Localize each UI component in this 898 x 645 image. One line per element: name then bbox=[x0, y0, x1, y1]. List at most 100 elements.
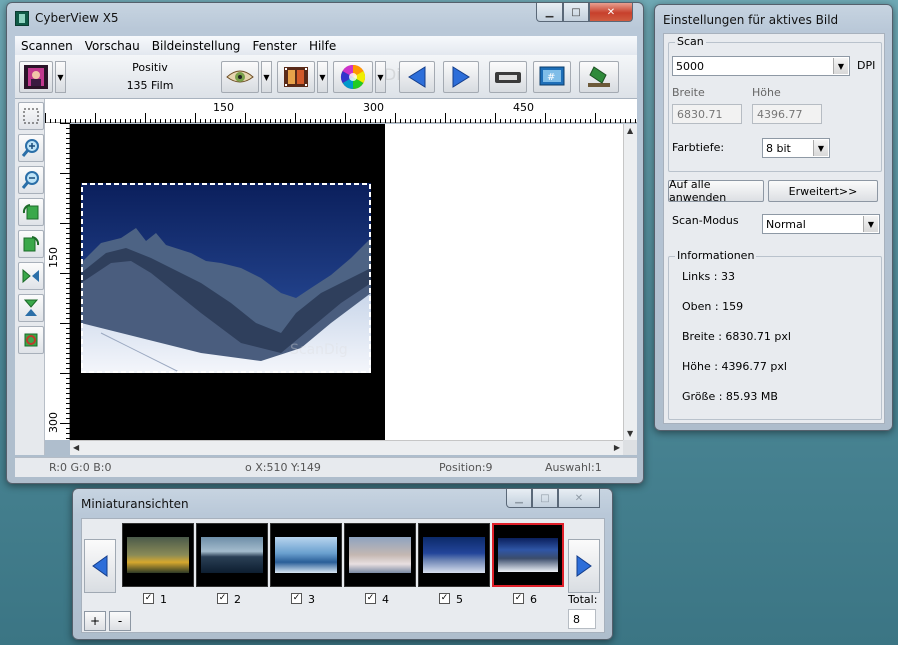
minimize-button[interactable]: ▁ bbox=[506, 489, 532, 508]
zoom-out-icon bbox=[21, 171, 39, 189]
thumbnail-1[interactable] bbox=[122, 523, 194, 587]
thumbnail-5[interactable] bbox=[418, 523, 490, 587]
menu-bildeinstellung[interactable]: Bildeinstellung bbox=[146, 39, 247, 53]
status-bar: R:0 G:0 B:0 o X:510 Y:149 Position:9 Aus… bbox=[15, 457, 637, 477]
advanced-button[interactable]: Erweitert>> bbox=[768, 180, 878, 202]
status-coordinates: o X:510 Y:149 bbox=[245, 461, 321, 474]
thumbnails-body: ✓ 1 ✓ 2 ✓ 3 ✓ 4 ✓ 5 ✓ 6 + - Total: 8 bbox=[81, 518, 605, 633]
scan-eject-button[interactable] bbox=[579, 61, 619, 93]
arrow-left-icon bbox=[92, 555, 108, 577]
dpi-unit: DPI bbox=[857, 59, 876, 72]
menu-vorschau[interactable]: Vorschau bbox=[79, 39, 146, 53]
thumbnail-4[interactable] bbox=[344, 523, 416, 587]
flip-vertical-button[interactable] bbox=[18, 294, 44, 322]
status-rgb: R:0 G:0 B:0 bbox=[49, 461, 112, 474]
chevron-down-icon[interactable]: ▼ bbox=[813, 140, 828, 156]
close-button[interactable]: ✕ bbox=[589, 3, 633, 22]
thumbnail-1-label: 1 bbox=[160, 593, 167, 606]
scan-mode-select[interactable]: Normal ▼ bbox=[762, 214, 880, 234]
reset-rotation-button[interactable] bbox=[18, 326, 44, 354]
thumbnail-2-label: 2 bbox=[234, 593, 241, 606]
thumbnail-3[interactable] bbox=[270, 523, 342, 587]
close-button[interactable]: ✕ bbox=[558, 489, 600, 508]
window-controls: ▁ □ ✕ bbox=[536, 3, 633, 22]
depth-label: Farbtiefe: bbox=[672, 141, 725, 154]
scroll-down-icon[interactable]: ▼ bbox=[627, 429, 633, 438]
scroll-left-icon[interactable]: ◀ bbox=[73, 443, 79, 452]
zoom-in-button[interactable] bbox=[18, 134, 44, 162]
settings-window: Einstellungen für aktives Bild Scan 5000… bbox=[654, 4, 893, 431]
thumbnail-1-checkbox[interactable]: ✓ bbox=[143, 593, 154, 604]
maximize-button[interactable]: □ bbox=[532, 489, 558, 508]
rotate-right-icon bbox=[23, 236, 40, 252]
minimize-button[interactable]: ▁ bbox=[536, 3, 563, 22]
scan-preview-button[interactable]: # bbox=[533, 61, 571, 93]
thumbnails-window: Miniaturansichten ▁ □ ✕ ✓ 1 ✓ 2 ✓ 3 ✓ 4 … bbox=[72, 488, 613, 640]
mode-film-format: 135 Film bbox=[126, 79, 174, 92]
zoom-out-button[interactable] bbox=[18, 166, 44, 194]
color-dropdown[interactable]: ▼ bbox=[375, 61, 386, 93]
filmstrip-dropdown[interactable]: ▼ bbox=[317, 61, 328, 93]
next-image-button[interactable] bbox=[443, 61, 479, 93]
window-title: CyberView X5 bbox=[35, 11, 119, 25]
ruler-ticks-vertical bbox=[60, 123, 70, 439]
thumbnail-6-selected[interactable] bbox=[492, 523, 564, 587]
info-top: Oben : 159 bbox=[682, 300, 744, 313]
select-tool-button[interactable] bbox=[18, 102, 44, 130]
vruler-label-300: 300 bbox=[47, 412, 60, 433]
thumbnail-6-label: 6 bbox=[530, 593, 537, 606]
film-type-button[interactable] bbox=[19, 61, 53, 93]
color-adjust-button[interactable] bbox=[333, 61, 373, 93]
add-thumbnail-button[interactable]: + bbox=[84, 611, 106, 631]
apply-all-button[interactable]: Auf alle anwenden bbox=[668, 178, 764, 204]
height-field: 4396.77 bbox=[752, 104, 822, 124]
horizontal-scrollbar[interactable]: ◀ ▶ bbox=[70, 440, 623, 455]
flip-horizontal-icon bbox=[22, 268, 39, 284]
vertical-ruler: 150 300 bbox=[45, 123, 70, 440]
info-group-title: Informationen bbox=[675, 249, 757, 262]
filmstrip-button[interactable] bbox=[277, 61, 315, 93]
preview-eye-button[interactable] bbox=[221, 61, 259, 93]
rotate-right-button[interactable] bbox=[18, 230, 44, 258]
save-image-button[interactable] bbox=[489, 61, 527, 93]
rotate-left-button[interactable] bbox=[18, 198, 44, 226]
menu-scannen[interactable]: Scannen bbox=[15, 39, 79, 53]
chevron-down-icon[interactable]: ▼ bbox=[833, 58, 848, 74]
depth-select[interactable]: 8 bit ▼ bbox=[762, 138, 830, 158]
remove-thumbnail-button[interactable]: - bbox=[109, 611, 131, 631]
thumbnail-3-checkbox[interactable]: ✓ bbox=[291, 593, 302, 604]
left-toolbar bbox=[15, 99, 45, 455]
dpi-select[interactable]: 5000 ▼ bbox=[672, 56, 850, 76]
thumbnail-2[interactable] bbox=[196, 523, 268, 587]
film-type-dropdown[interactable]: ▼ bbox=[55, 61, 66, 93]
scanner-icon bbox=[588, 66, 610, 87]
zoom-in-icon bbox=[21, 139, 39, 157]
menu-fenster[interactable]: Fenster bbox=[246, 39, 303, 53]
vertical-scrollbar[interactable]: ▲ ▼ bbox=[623, 124, 637, 440]
arrow-right-icon bbox=[576, 555, 592, 577]
scan-mode-value: Normal bbox=[766, 218, 806, 231]
thumbnail-6-checkbox[interactable]: ✓ bbox=[513, 593, 524, 604]
thumbnail-4-checkbox[interactable]: ✓ bbox=[365, 593, 376, 604]
flip-horizontal-button[interactable] bbox=[18, 262, 44, 290]
thumbnail-5-checkbox[interactable]: ✓ bbox=[439, 593, 450, 604]
thumbs-prev-button[interactable] bbox=[84, 539, 116, 593]
ruler-label-450: 450 bbox=[513, 101, 534, 114]
preview-dropdown[interactable]: ▼ bbox=[261, 61, 272, 93]
status-position: Position:9 bbox=[439, 461, 493, 474]
height-label: Höhe bbox=[752, 86, 781, 99]
chevron-down-icon[interactable]: ▼ bbox=[863, 216, 878, 232]
info-left: Links : 33 bbox=[682, 270, 735, 283]
thumbnail-5-label: 5 bbox=[456, 593, 463, 606]
thumbnail-2-checkbox[interactable]: ✓ bbox=[217, 593, 228, 604]
preview-canvas[interactable]: ScanDig bbox=[70, 124, 623, 440]
total-field: 8 bbox=[568, 609, 596, 629]
scroll-right-icon[interactable]: ▶ bbox=[614, 443, 620, 452]
scroll-up-icon[interactable]: ▲ bbox=[627, 126, 633, 135]
info-width: Breite : 6830.71 pxl bbox=[682, 330, 791, 343]
menu-hilfe[interactable]: Hilfe bbox=[303, 39, 342, 53]
thumbs-next-button[interactable] bbox=[568, 539, 600, 593]
maximize-button[interactable]: □ bbox=[563, 3, 589, 22]
ruler-label-150: 150 bbox=[213, 101, 234, 114]
previous-image-button[interactable] bbox=[399, 61, 435, 93]
